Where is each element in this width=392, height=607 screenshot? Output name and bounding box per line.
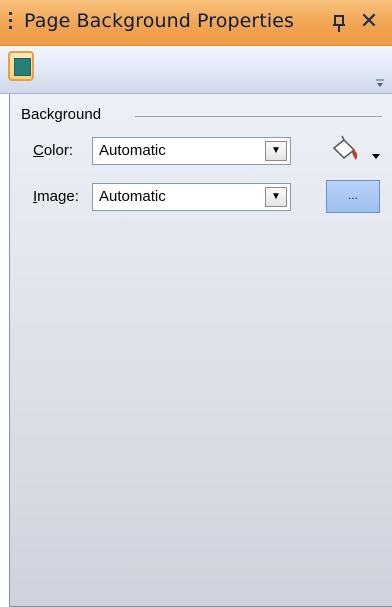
color-label-rest: olor:	[43, 142, 74, 159]
fill-color-button[interactable]	[328, 134, 384, 166]
properties-body: Background Color: Automatic ▼ Image: Aut…	[0, 94, 392, 607]
background-group-label: Background	[21, 106, 102, 123]
image-select[interactable]: Automatic ▼	[92, 183, 291, 211]
image-select-value: Automatic	[99, 188, 166, 205]
page-background-toolbar-button[interactable]	[8, 51, 34, 81]
close-icon[interactable]: ✕	[357, 11, 381, 35]
image-label-rest: mage:	[37, 188, 79, 205]
color-dropdown-arrow-icon[interactable]: ▼	[265, 141, 287, 161]
page-background-swatch-icon	[14, 58, 31, 76]
color-label: Color:	[33, 142, 74, 159]
title-bar[interactable]: Page Background Properties ✕	[0, 0, 392, 46]
toolbar	[0, 46, 392, 94]
browse-image-button[interactable]: ...	[326, 180, 380, 213]
page-background-properties-panel: Page Background Properties ✕ Background	[0, 0, 392, 607]
color-select[interactable]: Automatic ▼	[92, 137, 291, 165]
toolbar-overflow-icon[interactable]	[375, 78, 385, 88]
group-divider	[135, 116, 382, 117]
paint-bucket-icon	[332, 135, 380, 160]
image-label: Image:	[33, 188, 79, 205]
panel-title: Page Background Properties	[24, 10, 295, 32]
pin-icon[interactable]	[329, 14, 349, 34]
image-dropdown-arrow-icon[interactable]: ▼	[265, 187, 287, 207]
drag-grip-icon[interactable]	[9, 12, 13, 32]
color-select-value: Automatic	[99, 142, 166, 159]
